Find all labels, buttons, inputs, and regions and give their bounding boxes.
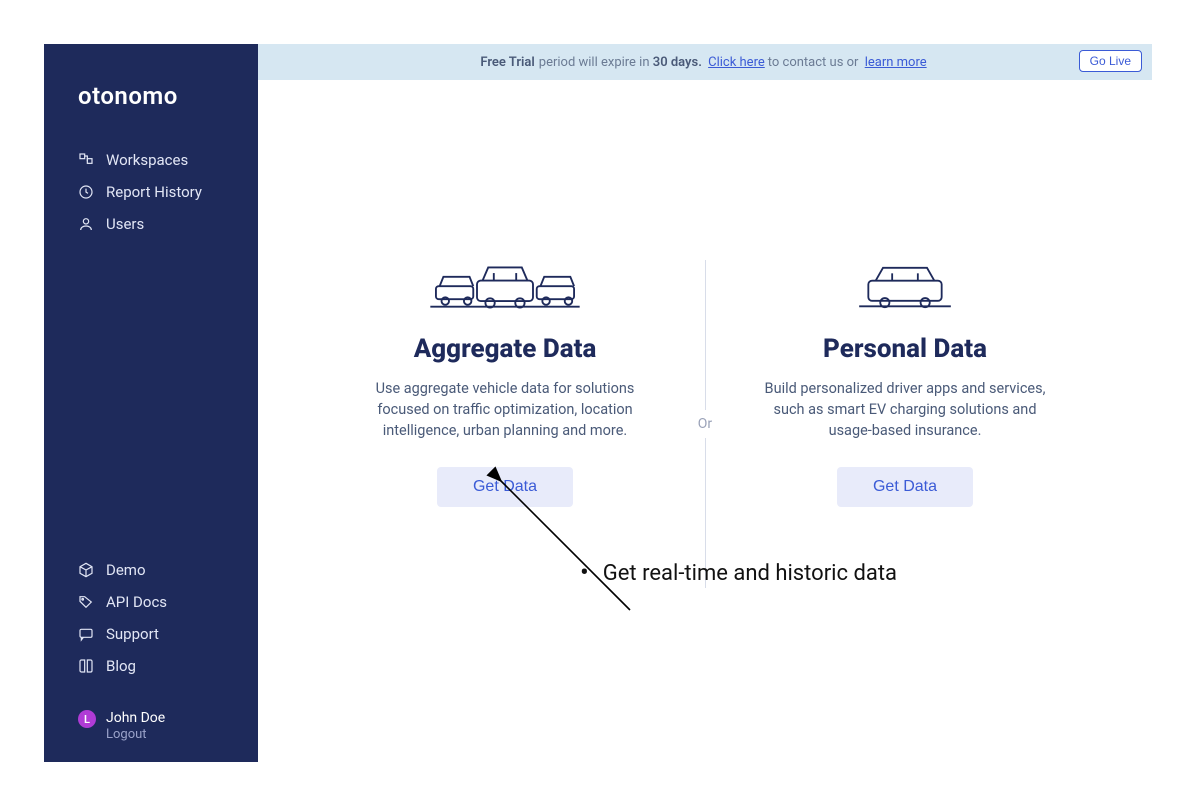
sidebar-item-label: Support [106,625,159,643]
get-data-personal-button[interactable]: Get Data [837,467,973,507]
banner-learn-more-link[interactable]: learn more [865,55,927,70]
cars-multiple-icon [430,260,580,316]
cards-row: Aggregate Data Use aggregate vehicle dat… [258,260,1152,588]
card-desc: Use aggregate vehicle data for solutions… [355,378,655,441]
get-data-aggregate-button[interactable]: Get Data [437,467,573,507]
card-title: Personal Data [755,334,1055,364]
sidebar-item-report-history[interactable]: Report History [44,176,258,208]
app-frame: otonomo Workspaces Report History Users [44,44,1152,762]
sidebar-item-support[interactable]: Support [44,618,258,650]
chat-icon [78,626,94,642]
banner-days: 30 days. [653,55,702,70]
sidebar-item-label: Demo [106,561,146,579]
banner-bold: Free Trial [480,55,534,70]
logout-link[interactable]: Logout [106,727,165,742]
cards-divider: Or [675,260,735,588]
or-label: Or [698,416,712,432]
sidebar-item-label: Workspaces [106,151,188,169]
card-aggregate: Aggregate Data Use aggregate vehicle dat… [335,260,675,507]
sidebar-item-demo[interactable]: Demo [44,554,258,586]
nav-primary: Workspaces Report History Users [44,144,258,240]
avatar: L [78,710,96,728]
workspaces-icon [78,152,94,168]
card-title: Aggregate Data [355,334,655,364]
user-block: L John Doe Logout [44,700,258,742]
book-icon [78,658,94,674]
users-icon [78,216,94,232]
divider-line [705,438,706,588]
go-live-button[interactable]: Go Live [1079,50,1142,72]
trial-banner: Free Trial period will expire in 30 days… [258,44,1152,80]
sidebar-item-label: API Docs [106,593,167,611]
sidebar-item-users[interactable]: Users [44,208,258,240]
brand-logo: otonomo [44,82,258,110]
sidebar-item-api-docs[interactable]: API Docs [44,586,258,618]
card-desc: Build personalized driver apps and servi… [755,378,1055,441]
banner-text2: to contact us or [768,55,859,70]
user-name: John Doe [106,710,165,726]
history-icon [78,184,94,200]
sidebar-item-label: Report History [106,183,202,201]
divider-line [705,260,706,410]
banner-click-here-link[interactable]: Click here [708,55,765,70]
tag-icon [78,594,94,610]
sidebar: otonomo Workspaces Report History Users [44,44,258,762]
sidebar-item-label: Users [106,215,144,233]
sidebar-item-blog[interactable]: Blog [44,650,258,682]
sidebar-item-workspaces[interactable]: Workspaces [44,144,258,176]
card-personal: Personal Data Build personalized driver … [735,260,1075,507]
sidebar-item-label: Blog [106,657,136,675]
cube-icon [78,562,94,578]
nav-secondary: Demo API Docs Support Blog [44,554,258,682]
banner-text: period will expire in [539,55,650,70]
main-panel: Free Trial period will expire in 30 days… [258,44,1152,762]
car-single-icon [830,260,980,316]
